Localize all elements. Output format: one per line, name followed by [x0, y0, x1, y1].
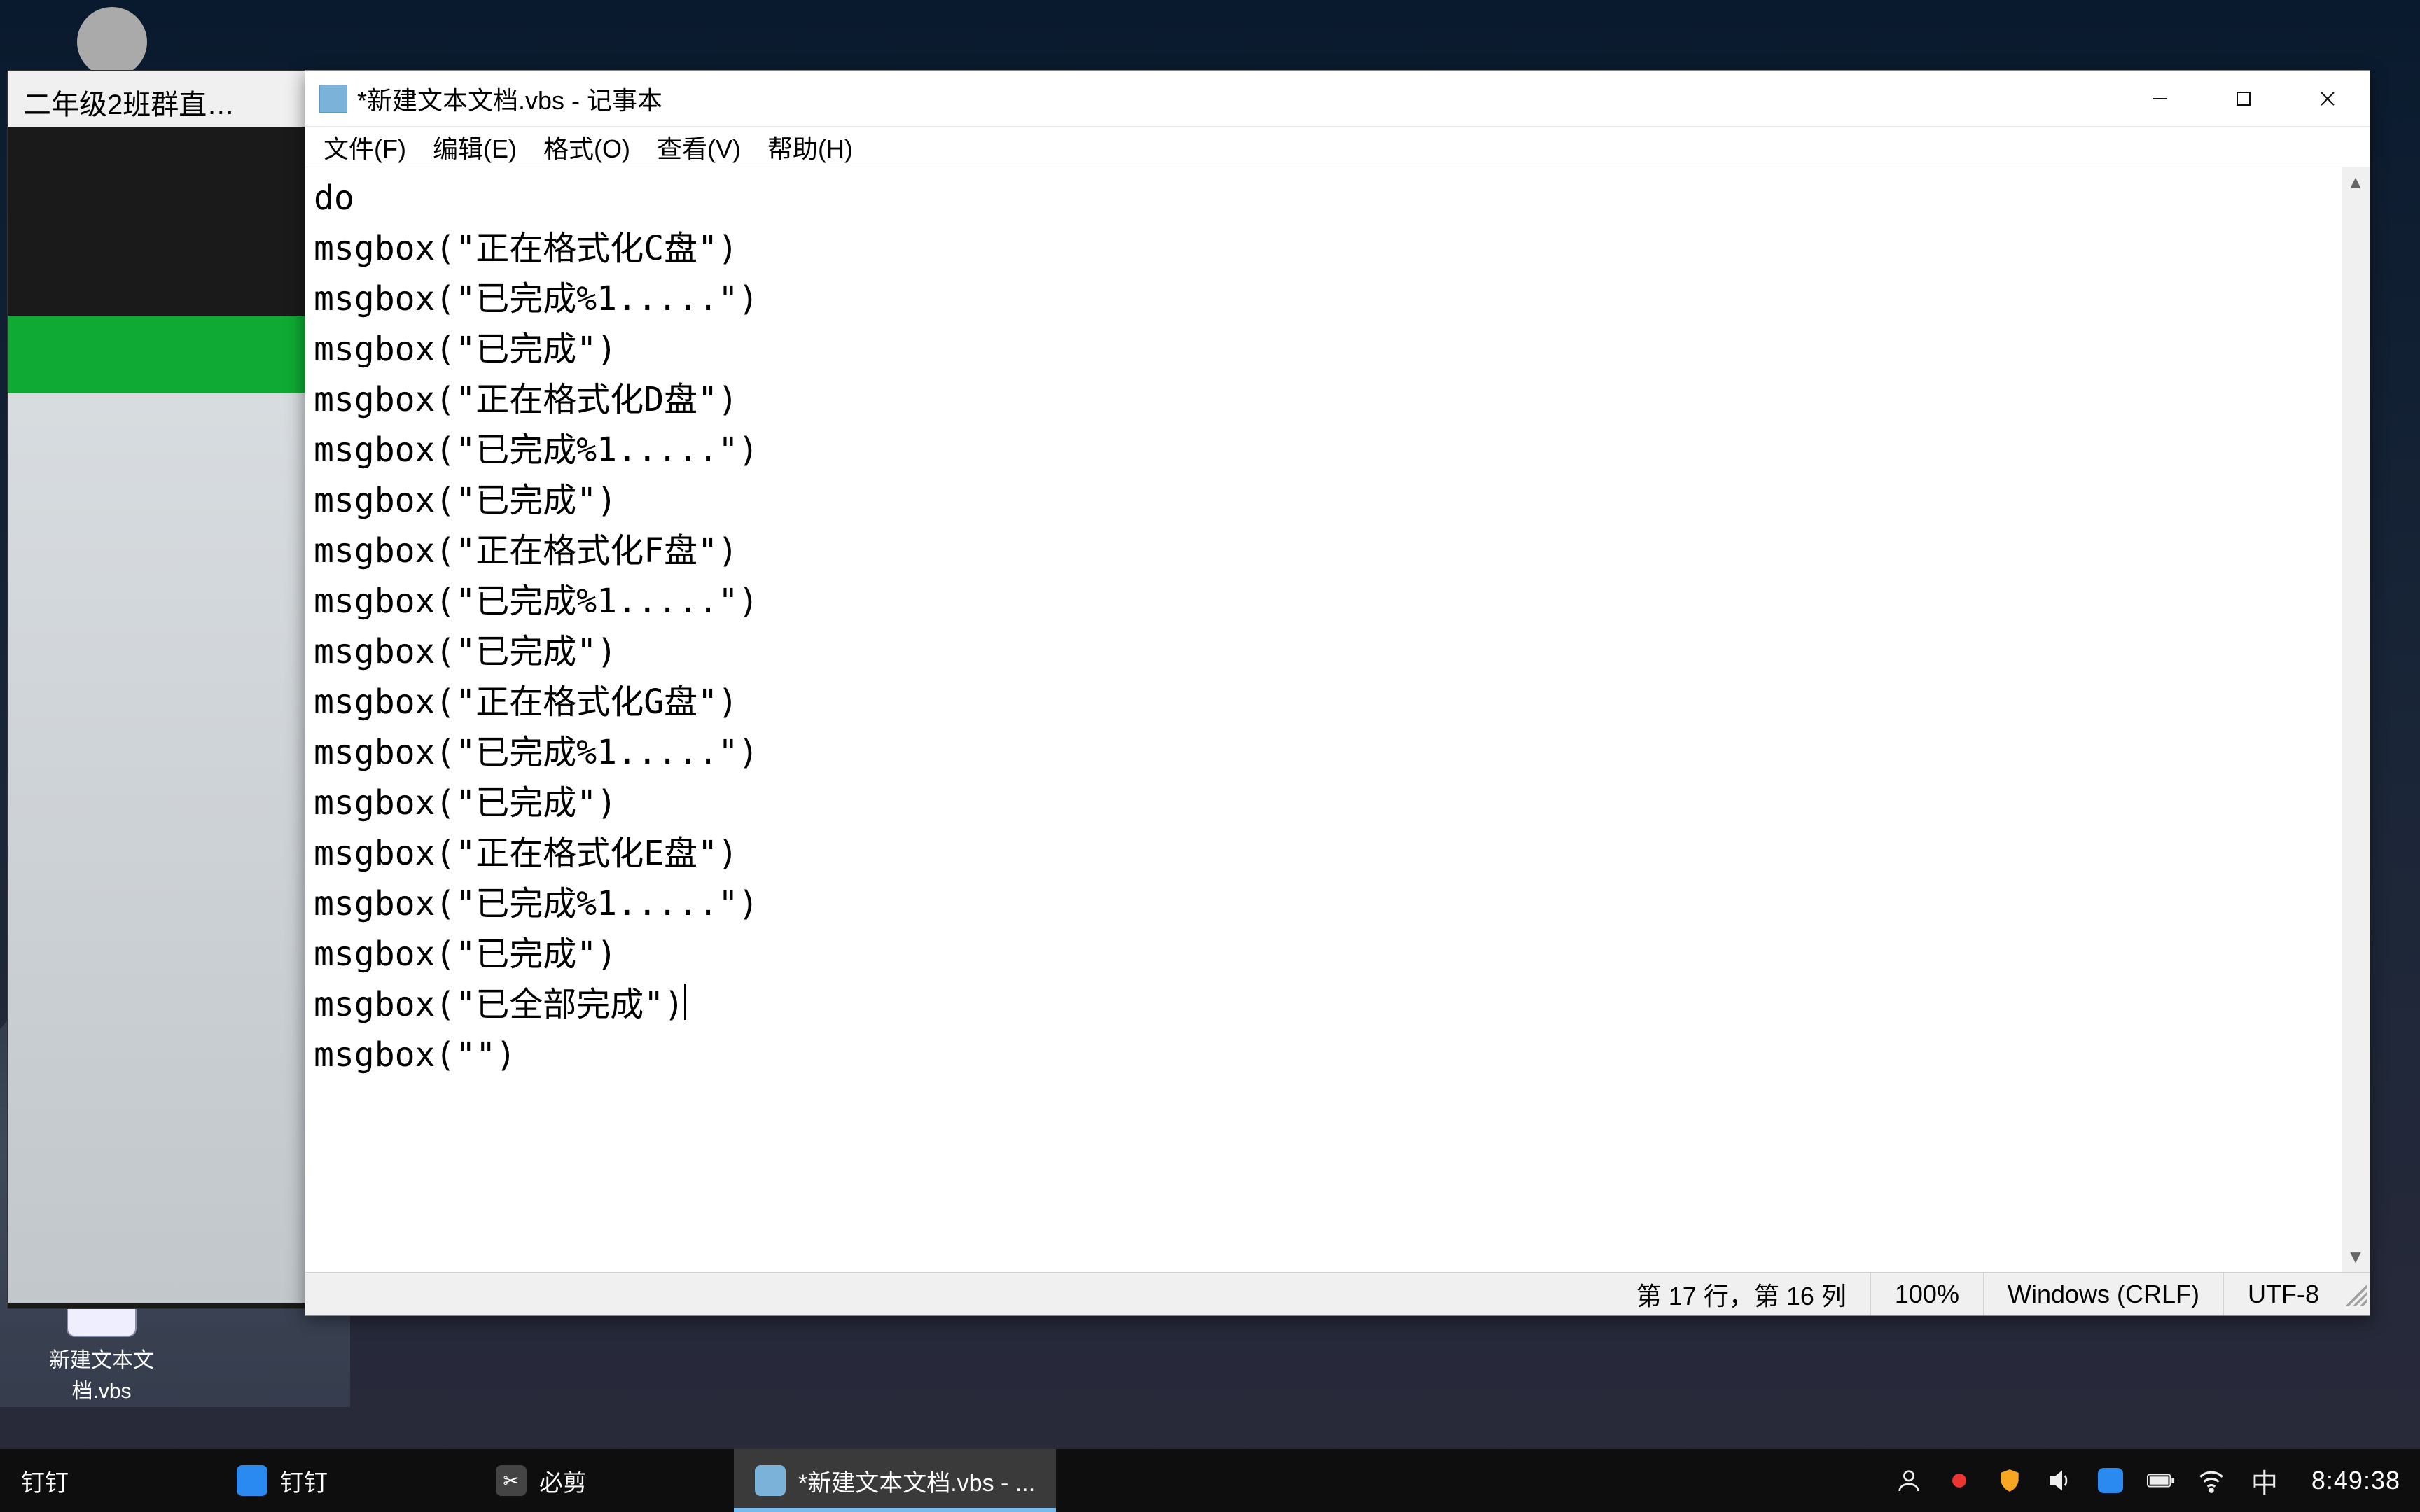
scroll-up-icon[interactable]: ▲ — [2346, 167, 2365, 197]
code-line[interactable]: msgbox("正在格式化D盘") — [314, 374, 2333, 425]
code-line[interactable]: msgbox("已完成") — [314, 929, 2333, 979]
status-encoding: UTF-8 — [2223, 1273, 2343, 1315]
ime-indicator[interactable]: 中 — [2250, 1466, 2279, 1495]
text-area[interactable]: domsgbox("正在格式化C盘")msgbox("已完成%1.....")m… — [305, 167, 2370, 1272]
taskbar-bijian[interactable]: ✂ 必剪 — [475, 1449, 608, 1512]
taskbar-dingding[interactable]: 钉钉 — [216, 1449, 349, 1512]
background-window-greenbar — [8, 316, 307, 393]
record-icon[interactable] — [1945, 1466, 1974, 1495]
menu-format[interactable]: 格式(O) — [534, 126, 640, 168]
wifi-icon[interactable] — [2197, 1466, 2226, 1495]
status-eol: Windows (CRLF) — [1983, 1273, 2223, 1315]
scroll-down-icon[interactable]: ▼ — [2346, 1242, 2365, 1272]
menu-file[interactable]: 文件(F) — [314, 126, 416, 168]
menu-edit[interactable]: 编辑(E) — [423, 126, 527, 168]
taskbar-bijian-label: 必剪 — [539, 1464, 587, 1498]
code-line[interactable]: msgbox("已完成") — [314, 778, 2333, 828]
resize-grip[interactable] — [2343, 1282, 2367, 1306]
code-line[interactable]: msgbox("") — [314, 1030, 2333, 1080]
taskbar-dingding-label: 钉钉 — [280, 1464, 328, 1498]
minimize-button[interactable] — [2118, 71, 2202, 127]
volume-icon[interactable] — [2045, 1466, 2075, 1495]
window-title: *新建文本文档.vbs - 记事本 — [357, 80, 2118, 117]
text-content[interactable]: domsgbox("正在格式化C盘")msgbox("已完成%1.....")m… — [305, 167, 2342, 1086]
notepad-window: *新建文本文档.vbs - 记事本 文件(F) 编辑(E) 格式(O) 查看(V… — [305, 70, 2370, 1316]
battery-icon[interactable] — [2146, 1466, 2176, 1495]
close-button[interactable] — [2286, 71, 2370, 127]
code-line[interactable]: msgbox("已完成%1.....") — [314, 727, 2333, 778]
dingding-icon — [77, 7, 147, 77]
code-line[interactable]: do — [314, 173, 2333, 223]
code-line[interactable]: msgbox("正在格式化G盘") — [314, 677, 2333, 727]
menu-help[interactable]: 帮助(H) — [758, 126, 863, 168]
taskbar-notepad-label: *新建文本文档.vbs - ... — [798, 1464, 1035, 1498]
shield-icon[interactable] — [1995, 1466, 2024, 1495]
statusbar: 第 17 行，第 16 列 100% Windows (CRLF) UTF-8 — [305, 1272, 2370, 1315]
maximize-button[interactable] — [2202, 71, 2286, 127]
status-zoom: 100% — [1870, 1273, 1983, 1315]
code-line[interactable]: msgbox("正在格式化E盘") — [314, 828, 2333, 878]
taskbar: 钉钉 钉钉 ✂ 必剪 *新建文本文档.vbs - ... — [0, 1449, 2420, 1512]
code-line[interactable]: msgbox("已完成") — [314, 475, 2333, 526]
code-line[interactable]: msgbox("已完成%1.....") — [314, 576, 2333, 626]
code-line[interactable]: msgbox("已完成%1.....") — [314, 878, 2333, 929]
person-icon[interactable] — [1894, 1466, 1924, 1495]
code-line[interactable]: msgbox("已完成%1.....") — [314, 425, 2333, 475]
notepad-icon — [755, 1465, 786, 1496]
taskbar-clock[interactable]: 8:49:38 — [2303, 1466, 2409, 1495]
code-line[interactable]: msgbox("已完成") — [314, 324, 2333, 374]
background-app-window[interactable]: 二年级2班群直… — [7, 70, 308, 1309]
code-line[interactable]: msgbox("已完成%1.....") — [314, 274, 2333, 324]
app-tray-icon[interactable] — [2096, 1466, 2125, 1495]
background-window-body — [8, 393, 307, 1303]
dingding-icon — [237, 1465, 267, 1496]
code-line[interactable]: msgbox("已完成") — [314, 626, 2333, 677]
code-line[interactable]: msgbox("正在格式化F盘") — [314, 526, 2333, 576]
taskbar-search-label: 钉钉 — [21, 1464, 69, 1498]
background-window-title: 二年级2班群直… — [8, 71, 307, 127]
taskbar-notepad[interactable]: *新建文本文档.vbs - ... — [734, 1449, 1056, 1512]
code-line[interactable]: msgbox("正在格式化C盘") — [314, 223, 2333, 274]
menu-view[interactable]: 查看(V) — [647, 126, 751, 168]
desktop-icon-label: 新建文本文 档.vbs — [49, 1343, 154, 1404]
scissors-icon: ✂ — [496, 1465, 527, 1496]
code-line[interactable]: msgbox("已全部完成") — [314, 979, 2333, 1030]
taskbar-search[interactable]: 钉钉 — [0, 1449, 90, 1512]
vertical-scrollbar[interactable]: ▲ ▼ — [2342, 167, 2370, 1272]
notepad-icon — [319, 85, 347, 113]
titlebar[interactable]: *新建文本文档.vbs - 记事本 — [305, 71, 2370, 127]
system-tray: 中 8:49:38 — [1894, 1449, 2420, 1512]
menubar: 文件(F) 编辑(E) 格式(O) 查看(V) 帮助(H) — [305, 127, 2370, 167]
status-position: 第 17 行，第 16 列 — [1613, 1273, 1870, 1315]
